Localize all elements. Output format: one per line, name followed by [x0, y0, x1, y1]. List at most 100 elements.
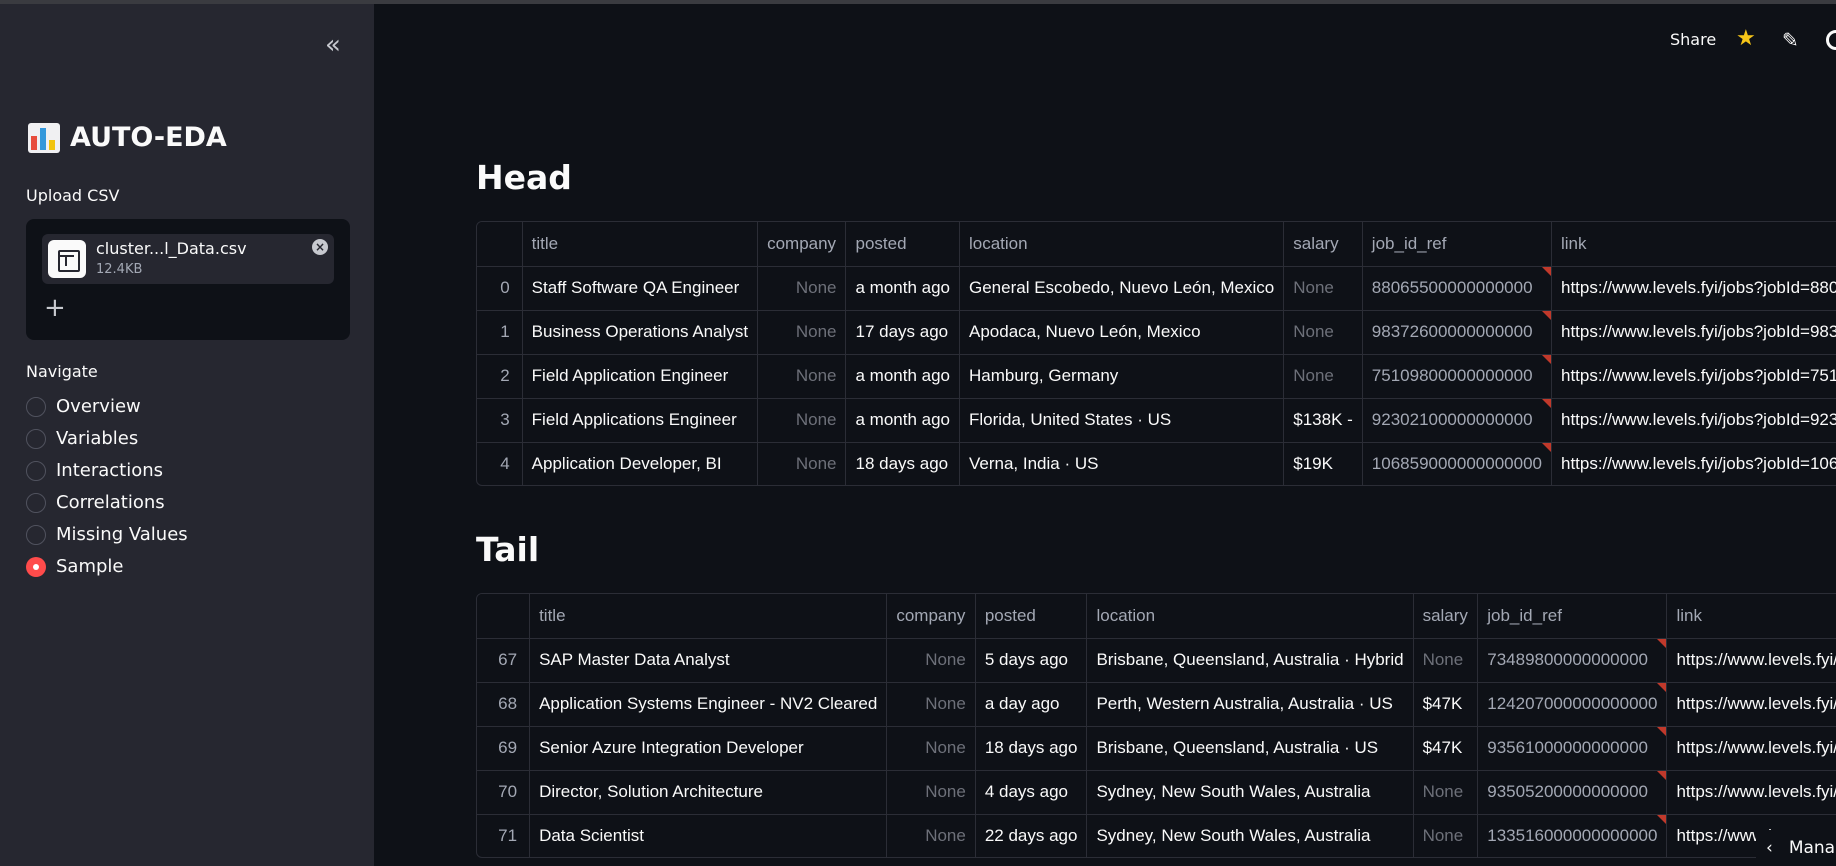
- cell-title[interactable]: Data Scientist: [529, 814, 888, 857]
- tail-dataframe[interactable]: title company posted location salary job…: [476, 593, 1836, 858]
- remove-file-icon[interactable]: ×: [312, 239, 328, 255]
- cell-posted[interactable]: 18 days ago: [845, 442, 960, 485]
- cell-salary[interactable]: None: [1413, 770, 1479, 815]
- cell-posted[interactable]: 22 days ago: [975, 814, 1088, 857]
- file-uploader[interactable]: cluster...l_Data.csv 12.4KB × +: [26, 219, 350, 340]
- column-header[interactable]: job_id_ref: [1362, 222, 1552, 267]
- cell-company[interactable]: None: [757, 310, 847, 355]
- column-header[interactable]: posted: [845, 222, 960, 267]
- column-header[interactable]: salary: [1283, 222, 1363, 267]
- cell-title[interactable]: Staff Software QA Engineer: [522, 266, 759, 311]
- cell-link[interactable]: https://www.levels.fyi/jobs?jobId=751: [1551, 354, 1836, 399]
- cell-company[interactable]: None: [886, 682, 976, 727]
- cell-job-id-ref[interactable]: 75109800000000000: [1362, 354, 1552, 399]
- cell-salary[interactable]: None: [1413, 814, 1479, 857]
- nav-radio-variables[interactable]: Variables: [26, 428, 138, 449]
- column-header[interactable]: title: [529, 594, 888, 639]
- cell-job-id-ref[interactable]: 106859000000000000: [1362, 442, 1552, 485]
- cell-title[interactable]: Field Application Engineer: [522, 354, 759, 399]
- cell-job-id-ref[interactable]: 73489800000000000: [1477, 638, 1668, 683]
- nav-radio-correlations[interactable]: Correlations: [26, 492, 165, 513]
- cell-job-id-ref[interactable]: 93505200000000000: [1477, 770, 1668, 815]
- cell-job-id-ref[interactable]: 92302100000000000: [1362, 398, 1552, 443]
- cell-job-id-ref[interactable]: 93561000000000000: [1477, 726, 1668, 771]
- column-header[interactable]: company: [757, 222, 847, 267]
- cell-link[interactable]: https://www.levels.fyi/jobs?jobId=106: [1551, 442, 1836, 485]
- collapse-sidebar-icon[interactable]: «: [314, 30, 346, 60]
- column-header[interactable]: location: [1086, 594, 1414, 639]
- cell-posted[interactable]: 5 days ago: [975, 638, 1088, 683]
- cell-job-id-ref[interactable]: 88065500000000000: [1362, 266, 1552, 311]
- cell-location[interactable]: General Escobedo, Nuevo León, Mexico: [959, 266, 1285, 311]
- column-header[interactable]: link: [1551, 222, 1836, 267]
- add-file-icon[interactable]: +: [44, 295, 66, 321]
- cell-posted[interactable]: a day ago: [975, 682, 1088, 727]
- cell-title[interactable]: Senior Azure Integration Developer: [529, 726, 888, 771]
- cell-posted[interactable]: 4 days ago: [975, 770, 1088, 815]
- cell-posted[interactable]: a month ago: [845, 354, 960, 399]
- cell-link[interactable]: https://www.levels.fyi/j: [1666, 770, 1836, 815]
- cell-location[interactable]: Florida, United States · US: [959, 398, 1285, 443]
- cell-location[interactable]: Perth, Western Australia, Australia · US: [1086, 682, 1414, 727]
- cell-job-id-ref[interactable]: 133516000000000000: [1477, 814, 1668, 857]
- manage-app-button[interactable]: ‹ Mana: [1756, 830, 1836, 866]
- cell-company[interactable]: None: [886, 770, 976, 815]
- cell-company[interactable]: None: [886, 726, 976, 771]
- cell-salary[interactable]: None: [1283, 266, 1363, 311]
- cell-title[interactable]: Director, Solution Architecture: [529, 770, 888, 815]
- cell-link[interactable]: https://www.levels.fyi/jobs?jobId=880: [1551, 266, 1836, 311]
- cell-posted[interactable]: a month ago: [845, 398, 960, 443]
- cell-company[interactable]: None: [886, 814, 976, 857]
- cell-job-id-ref[interactable]: 98372600000000000: [1362, 310, 1552, 355]
- cell-location[interactable]: Brisbane, Queensland, Australia · Hybrid: [1086, 638, 1414, 683]
- cell-salary[interactable]: $19K: [1283, 442, 1363, 485]
- cell-posted[interactable]: 17 days ago: [845, 310, 960, 355]
- cell-location[interactable]: Sydney, New South Wales, Australia: [1086, 770, 1414, 815]
- cell-company[interactable]: None: [757, 398, 847, 443]
- column-header[interactable]: title: [522, 222, 759, 267]
- cell-salary[interactable]: None: [1283, 354, 1363, 399]
- column-header[interactable]: company: [886, 594, 976, 639]
- column-header[interactable]: salary: [1413, 594, 1479, 639]
- head-dataframe[interactable]: title company posted location salary job…: [476, 221, 1836, 486]
- share-button[interactable]: Share: [1670, 30, 1716, 49]
- cell-link[interactable]: https://www.levels.fyi/jobs?jobId=983: [1551, 310, 1836, 355]
- edit-pencil-icon[interactable]: ✎: [1782, 28, 1799, 52]
- cell-location[interactable]: Verna, India · US: [959, 442, 1285, 485]
- cell-salary[interactable]: $47K: [1413, 682, 1479, 727]
- cell-job-id-ref[interactable]: 124207000000000000: [1477, 682, 1668, 727]
- cell-company[interactable]: None: [886, 638, 976, 683]
- column-header[interactable]: location: [959, 222, 1285, 267]
- cell-title[interactable]: Field Applications Engineer: [522, 398, 759, 443]
- column-header[interactable]: link: [1666, 594, 1836, 639]
- nav-radio-interactions[interactable]: Interactions: [26, 460, 163, 481]
- cell-title[interactable]: Application Systems Engineer - NV2 Clear…: [529, 682, 888, 727]
- nav-radio-overview[interactable]: Overview: [26, 396, 141, 417]
- cell-location[interactable]: Sydney, New South Wales, Australia: [1086, 814, 1414, 857]
- cell-company[interactable]: None: [757, 266, 847, 311]
- cell-location[interactable]: Hamburg, Germany: [959, 354, 1285, 399]
- github-icon[interactable]: [1826, 30, 1836, 50]
- cell-link[interactable]: https://www.levels.fyi/jobs?jobId=923: [1551, 398, 1836, 443]
- cell-link[interactable]: https://www.levels.fyi/j: [1666, 638, 1836, 683]
- cell-company[interactable]: None: [757, 354, 847, 399]
- cell-link[interactable]: https://www.levels.fyi/j: [1666, 682, 1836, 727]
- column-header[interactable]: job_id_ref: [1477, 594, 1668, 639]
- cell-posted[interactable]: a month ago: [845, 266, 960, 311]
- cell-title[interactable]: Business Operations Analyst: [522, 310, 759, 355]
- cell-salary[interactable]: $138K -: [1283, 398, 1363, 443]
- cell-salary[interactable]: $47K: [1413, 726, 1479, 771]
- cell-posted[interactable]: 18 days ago: [975, 726, 1088, 771]
- cell-company[interactable]: None: [757, 442, 847, 485]
- column-header[interactable]: posted: [975, 594, 1088, 639]
- nav-radio-missing-values[interactable]: Missing Values: [26, 524, 188, 545]
- cell-title[interactable]: SAP Master Data Analyst: [529, 638, 888, 683]
- cell-salary[interactable]: None: [1283, 310, 1363, 355]
- cell-location[interactable]: Apodaca, Nuevo León, Mexico: [959, 310, 1285, 355]
- nav-radio-sample[interactable]: Sample: [26, 556, 124, 577]
- cell-title[interactable]: Application Developer, BI: [522, 442, 759, 485]
- cell-salary[interactable]: None: [1413, 638, 1479, 683]
- cell-location[interactable]: Brisbane, Queensland, Australia · US: [1086, 726, 1414, 771]
- cell-link[interactable]: https://www.levels.fyi/j: [1666, 726, 1836, 771]
- star-icon[interactable]: ★: [1736, 27, 1756, 51]
